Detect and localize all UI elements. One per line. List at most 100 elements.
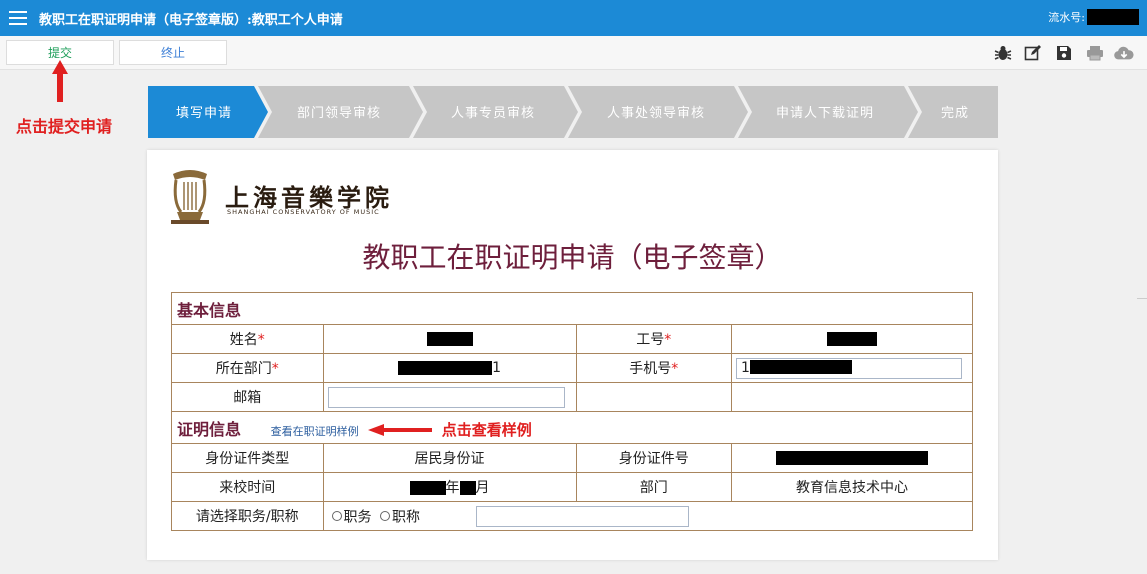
name-label-cell: 姓名* bbox=[171, 324, 324, 354]
step-hr-specialist: 人事专员审核 bbox=[413, 86, 578, 138]
step-hr-leader: 人事处领导审核 bbox=[568, 86, 748, 138]
join-time-label: 来校时间 bbox=[219, 480, 276, 496]
cert-section-header: 证明信息 查看在职证明样例 点击查看样例 bbox=[171, 411, 973, 444]
menu-icon[interactable] bbox=[9, 11, 27, 25]
dept-value-tail: 1 bbox=[492, 360, 501, 376]
id-no-value-cell bbox=[731, 443, 973, 473]
sample-arrow-annotation bbox=[368, 424, 433, 436]
dept2-label: 部门 bbox=[639, 480, 668, 496]
phone-value-cell: 1 bbox=[731, 353, 973, 383]
email-field[interactable] bbox=[327, 386, 565, 408]
phone-label: 手机号 bbox=[629, 361, 672, 377]
edit-icon[interactable] bbox=[1023, 44, 1043, 62]
step-label: 完成 bbox=[941, 106, 969, 121]
workflow-steps: 填写申请 部门领导审核 人事专员审核 人事处领导审核 申请人下载证明 完成 bbox=[148, 86, 998, 138]
step-download: 申请人下载证明 bbox=[738, 86, 918, 138]
step-dept-leader: 部门领导审核 bbox=[258, 86, 423, 138]
table-row: 证明信息 查看在职证明样例 点击查看样例 bbox=[171, 411, 973, 444]
radio-title[interactable] bbox=[380, 511, 390, 521]
email-label: 邮箱 bbox=[233, 390, 262, 406]
required-mark: * bbox=[664, 332, 672, 348]
month-redacted bbox=[459, 481, 476, 495]
serial-label: 流水号: bbox=[1048, 11, 1085, 24]
position-label-cell: 请选择职务/职称 bbox=[171, 501, 324, 531]
print-icon[interactable] bbox=[1085, 44, 1105, 62]
id-type-label-cell: 身份证件类型 bbox=[171, 443, 324, 473]
section-title: 证明信息 bbox=[177, 419, 242, 439]
dept-label-cell: 所在部门* bbox=[171, 353, 324, 383]
table-row: 邮箱 bbox=[171, 382, 973, 412]
position-value-cell: 职务 职称 bbox=[322, 501, 974, 531]
phone-redacted bbox=[749, 359, 852, 374]
empty-cell bbox=[575, 382, 733, 412]
dept-label: 所在部门 bbox=[215, 361, 272, 377]
section-title: 基本信息 bbox=[177, 300, 242, 320]
radio-title-label: 职称 bbox=[392, 509, 420, 525]
step-label: 填写申请 bbox=[176, 106, 232, 121]
id-type-label: 身份证件类型 bbox=[205, 451, 290, 467]
phone-label-cell: 手机号* bbox=[575, 353, 733, 383]
table-row: 姓名* 工号* bbox=[171, 324, 973, 354]
dept-redacted bbox=[398, 361, 493, 375]
scrollbar-mark bbox=[1137, 298, 1147, 299]
id-type-value-cell: 居民身份证 bbox=[322, 443, 577, 473]
logo-english-text: SHANGHAI CONSERVATORY OF MUSIC bbox=[227, 208, 380, 216]
phone-field[interactable]: 1 bbox=[736, 357, 963, 379]
year-unit: 年 bbox=[445, 480, 460, 496]
save-icon[interactable] bbox=[1054, 44, 1074, 62]
toolbar: 提交 终止 bbox=[0, 36, 1147, 70]
staff-no-label: 工号 bbox=[636, 332, 665, 348]
id-type-value: 居民身份证 bbox=[414, 451, 485, 467]
name-redacted bbox=[426, 332, 473, 346]
dept-value-cell: 1 bbox=[322, 353, 577, 383]
school-logo: 上海音樂学院 SHANGHAI CONSERVATORY OF MUSIC bbox=[167, 168, 389, 230]
required-mark: * bbox=[271, 361, 279, 377]
submit-annotation-text: 点击提交申请 bbox=[16, 117, 113, 136]
basic-section-header: 基本信息 bbox=[171, 292, 973, 325]
cloud-download-icon[interactable] bbox=[1114, 44, 1134, 62]
staff-no-redacted bbox=[827, 332, 877, 346]
staff-no-value-cell bbox=[731, 324, 973, 354]
join-time-label-cell: 来校时间 bbox=[171, 472, 324, 502]
bug-icon[interactable] bbox=[993, 44, 1013, 62]
email-label-cell: 邮箱 bbox=[171, 382, 324, 412]
name-label: 姓名 bbox=[229, 332, 258, 348]
table-row: 来校时间 年月 部门 教育信息技术中心 bbox=[171, 472, 973, 502]
radio-position[interactable] bbox=[331, 511, 342, 521]
submit-arrow-annotation bbox=[52, 60, 68, 102]
form-card: 上海音樂学院 SHANGHAI CONSERVATORY OF MUSIC 教职… bbox=[147, 150, 998, 560]
table-row: 所在部门* 1 手机号* 1 bbox=[171, 353, 973, 383]
lyre-emblem-icon bbox=[171, 170, 209, 224]
join-time-value-cell: 年月 bbox=[322, 472, 577, 502]
radio-position-label: 职务 bbox=[343, 509, 372, 525]
id-no-label: 身份证件号 bbox=[618, 451, 689, 467]
required-mark: * bbox=[257, 332, 265, 348]
dept2-label-cell: 部门 bbox=[575, 472, 733, 502]
id-no-redacted bbox=[776, 451, 928, 465]
position-field[interactable] bbox=[476, 505, 690, 527]
page-title: 教职工在职证明申请（电子签章版）:教职工个人申请 bbox=[39, 12, 343, 28]
table-row: 基本信息 bbox=[171, 292, 973, 325]
stop-button[interactable]: 终止 bbox=[119, 40, 227, 65]
dept2-value: 教育信息技术中心 bbox=[796, 480, 908, 496]
required-mark: * bbox=[671, 361, 679, 377]
email-value-cell bbox=[322, 382, 577, 412]
staff-no-label-cell: 工号* bbox=[575, 324, 733, 354]
step-label: 人事专员审核 bbox=[451, 106, 535, 121]
phone-first-digit: 1 bbox=[741, 359, 750, 376]
info-table: 基本信息 姓名* 工号* 所在部门* 1 手机号* 1 邮箱 证明信息 查看在职… bbox=[171, 292, 974, 531]
empty-cell bbox=[731, 382, 973, 412]
step-fill-in: 填写申请 bbox=[148, 86, 268, 138]
id-no-label-cell: 身份证件号 bbox=[575, 443, 733, 473]
title-bar: 教职工在职证明申请（电子签章版）:教职工个人申请 流水号: bbox=[0, 0, 1147, 36]
view-sample-link[interactable]: 查看在职证明样例 bbox=[271, 425, 359, 438]
dept2-value-cell: 教育信息技术中心 bbox=[731, 472, 973, 502]
serial-redacted bbox=[1087, 9, 1139, 25]
table-row: 请选择职务/职称 职务 职称 bbox=[171, 501, 974, 531]
name-value-cell bbox=[322, 324, 577, 354]
step-done: 完成 bbox=[908, 86, 998, 138]
form-title: 教职工在职证明申请（电子签章） bbox=[362, 241, 783, 274]
table-row: 身份证件类型 居民身份证 身份证件号 bbox=[171, 443, 973, 473]
step-label: 申请人下载证明 bbox=[776, 106, 874, 121]
step-label: 部门领导审核 bbox=[297, 106, 381, 121]
